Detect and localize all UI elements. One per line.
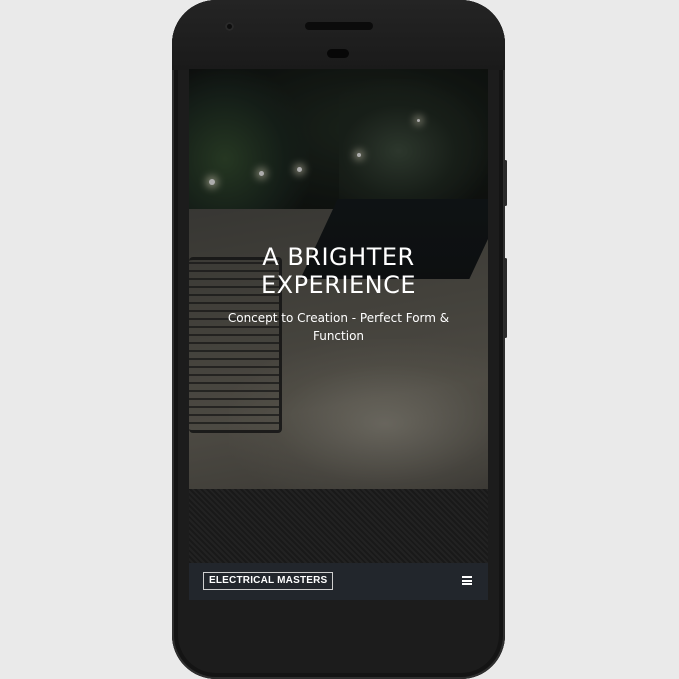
power-button [504,160,507,206]
brand-logo-link[interactable]: ELECTRICAL MASTERS [203,572,334,590]
hero-subtitle: Concept to Creation - Perfect Form & Fun… [227,311,450,343]
hero-title-line-1: A BRIGHTER [262,243,415,271]
front-camera-icon [225,22,234,31]
phone-screen: A BRIGHTER EXPERIENCE Concept to Creatio… [189,69,488,600]
speaker-grille [305,22,373,30]
bottom-navbar: ELECTRICAL MASTERS [189,563,488,600]
hero-title-line-2: EXPERIENCE [260,271,417,299]
hamburger-menu-icon[interactable] [462,576,472,585]
earpiece-icon [327,49,349,58]
volume-button [504,258,507,338]
hero-title: A BRIGHTER EXPERIENCE [189,243,488,299]
